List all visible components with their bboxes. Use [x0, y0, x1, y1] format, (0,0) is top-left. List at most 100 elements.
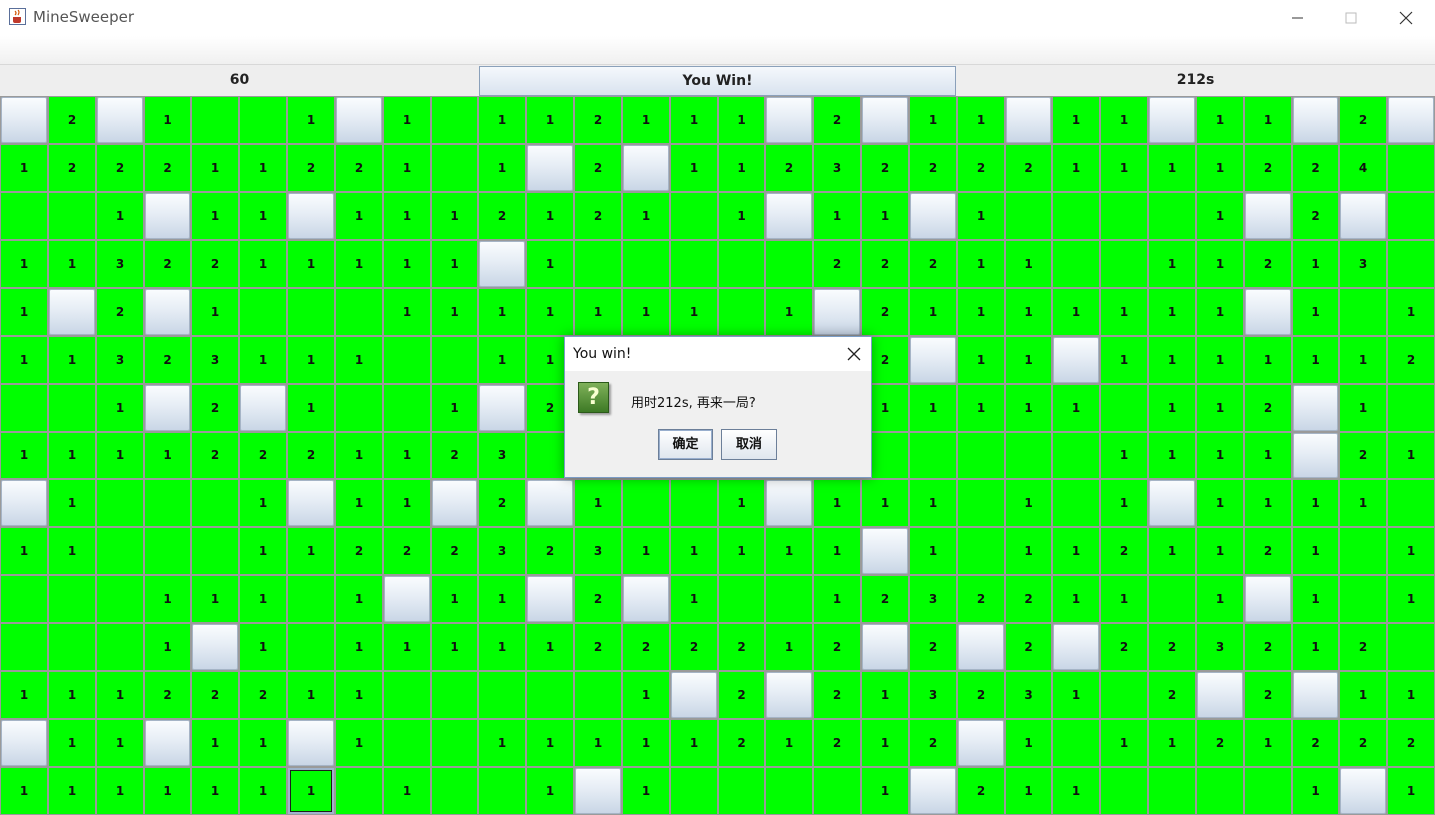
number-cell[interactable]: 1 [49, 768, 95, 814]
number-cell[interactable]: 1 [1, 241, 47, 287]
number-cell[interactable]: 1 [1006, 241, 1051, 287]
number-cell[interactable]: 3 [1006, 672, 1051, 718]
empty-cell[interactable] [1388, 385, 1434, 431]
number-cell[interactable]: 2 [719, 624, 764, 670]
empty-cell[interactable] [671, 480, 717, 526]
empty-cell[interactable] [432, 768, 477, 814]
number-cell[interactable]: 1 [1101, 145, 1147, 191]
number-cell[interactable]: 1 [623, 193, 669, 239]
number-cell[interactable]: 1 [1388, 672, 1434, 718]
number-cell[interactable]: 1 [1293, 241, 1338, 287]
number-cell[interactable]: 1 [384, 145, 430, 191]
number-cell[interactable]: 2 [145, 241, 190, 287]
empty-cell[interactable] [384, 385, 430, 431]
number-cell[interactable]: 1 [97, 720, 143, 766]
number-cell[interactable]: 1 [145, 768, 190, 814]
number-cell[interactable]: 1 [1340, 672, 1386, 718]
number-cell[interactable]: 2 [1388, 337, 1434, 383]
covered-cell[interactable] [766, 672, 812, 718]
number-cell[interactable]: 1 [1006, 337, 1051, 383]
empty-cell[interactable] [1, 193, 47, 239]
number-cell[interactable]: 2 [623, 624, 669, 670]
number-cell[interactable]: 1 [288, 241, 334, 287]
empty-cell[interactable] [719, 241, 764, 287]
number-cell[interactable]: 2 [958, 768, 1004, 814]
covered-cell[interactable] [671, 672, 717, 718]
number-cell[interactable]: 1 [97, 433, 143, 478]
number-cell[interactable]: 2 [958, 576, 1004, 622]
number-cell[interactable]: 4 [1340, 145, 1386, 191]
number-cell[interactable]: 1 [527, 624, 573, 670]
number-cell[interactable]: 1 [1340, 480, 1386, 526]
empty-cell[interactable] [1053, 480, 1099, 526]
covered-cell[interactable] [527, 480, 573, 526]
number-cell[interactable]: 1 [1, 528, 47, 574]
number-cell[interactable]: 1 [192, 193, 238, 239]
empty-cell[interactable] [145, 480, 190, 526]
number-cell[interactable]: 1 [336, 624, 382, 670]
number-cell[interactable]: 2 [288, 433, 334, 478]
number-cell[interactable]: 1 [384, 480, 430, 526]
empty-cell[interactable] [1101, 193, 1147, 239]
number-cell[interactable]: 1 [958, 337, 1004, 383]
number-cell[interactable]: 1 [1, 337, 47, 383]
number-cell[interactable]: 1 [766, 289, 812, 335]
number-cell[interactable]: 1 [240, 241, 286, 287]
number-cell[interactable]: 2 [49, 97, 95, 143]
number-cell[interactable]: 2 [49, 145, 95, 191]
number-cell[interactable]: 1 [240, 768, 286, 814]
empty-cell[interactable] [288, 289, 334, 335]
number-cell[interactable]: 1 [719, 528, 764, 574]
empty-cell[interactable] [432, 672, 477, 718]
number-cell[interactable]: 2 [527, 528, 573, 574]
empty-cell[interactable] [1006, 193, 1051, 239]
covered-cell[interactable] [192, 624, 238, 670]
number-cell[interactable]: 2 [910, 241, 956, 287]
number-cell[interactable]: 1 [1388, 576, 1434, 622]
number-cell[interactable]: 2 [1245, 241, 1291, 287]
number-cell[interactable]: 2 [1006, 576, 1051, 622]
number-cell[interactable]: 2 [192, 433, 238, 478]
number-cell[interactable]: 2 [1006, 145, 1051, 191]
number-cell[interactable]: 1 [1245, 97, 1291, 143]
empty-cell[interactable] [1388, 624, 1434, 670]
empty-cell[interactable] [1340, 289, 1386, 335]
empty-cell[interactable] [1388, 193, 1434, 239]
number-cell[interactable]: 1 [97, 385, 143, 431]
covered-cell[interactable] [1197, 672, 1243, 718]
number-cell[interactable]: 1 [1149, 241, 1195, 287]
number-cell[interactable]: 1 [1006, 768, 1051, 814]
covered-cell[interactable] [623, 576, 669, 622]
empty-cell[interactable] [1, 624, 47, 670]
number-cell[interactable]: 1 [384, 241, 430, 287]
empty-cell[interactable] [1053, 241, 1099, 287]
number-cell[interactable]: 2 [862, 145, 908, 191]
number-cell[interactable]: 1 [623, 720, 669, 766]
number-cell[interactable]: 2 [1101, 528, 1147, 574]
number-cell[interactable]: 2 [1101, 624, 1147, 670]
number-cell[interactable]: 1 [766, 720, 812, 766]
empty-cell[interactable] [719, 289, 764, 335]
empty-cell[interactable] [145, 528, 190, 574]
number-cell[interactable]: 1 [192, 576, 238, 622]
number-cell[interactable]: 1 [1197, 480, 1243, 526]
covered-cell[interactable] [1053, 337, 1099, 383]
number-cell[interactable]: 1 [1053, 145, 1099, 191]
number-cell[interactable]: 1 [671, 720, 717, 766]
empty-cell[interactable] [814, 768, 860, 814]
covered-cell[interactable] [910, 337, 956, 383]
covered-cell[interactable] [1340, 193, 1386, 239]
number-cell[interactable]: 3 [575, 528, 621, 574]
number-cell[interactable]: 1 [432, 624, 477, 670]
number-cell[interactable]: 1 [1388, 433, 1434, 478]
number-cell[interactable]: 1 [49, 433, 95, 478]
number-cell[interactable]: 1 [432, 576, 477, 622]
number-cell[interactable]: 1 [1149, 337, 1195, 383]
covered-cell[interactable] [527, 145, 573, 191]
covered-cell[interactable] [384, 576, 430, 622]
number-cell[interactable]: 1 [1006, 528, 1051, 574]
empty-cell[interactable] [1340, 528, 1386, 574]
covered-cell[interactable] [145, 385, 190, 431]
empty-cell[interactable] [384, 720, 430, 766]
number-cell[interactable]: 1 [1101, 480, 1147, 526]
